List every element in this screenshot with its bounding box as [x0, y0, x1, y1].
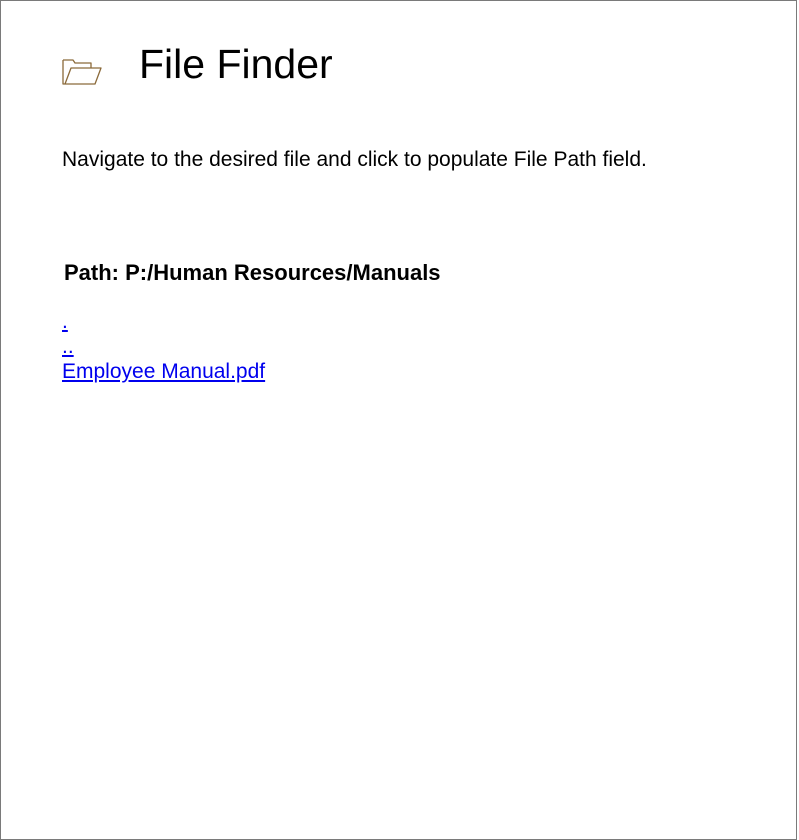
parent-directory-link[interactable]: ..	[62, 335, 74, 358]
list-item: Employee Manual.pdf	[62, 359, 265, 384]
file-finder-window: File Finder Navigate to the desired file…	[0, 0, 797, 840]
file-link-employee-manual[interactable]: Employee Manual.pdf	[62, 360, 265, 383]
instructions-text: Navigate to the desired file and click t…	[62, 148, 647, 171]
open-folder-icon	[61, 56, 103, 86]
header: File Finder	[61, 39, 333, 89]
list-item: .	[62, 309, 265, 334]
list-item: ..	[62, 334, 265, 359]
page-title: File Finder	[139, 41, 333, 87]
file-list: . .. Employee Manual.pdf	[62, 309, 265, 384]
current-directory-link[interactable]: .	[62, 310, 68, 333]
current-path-label: Path: P:/Human Resources/Manuals	[64, 260, 441, 285]
